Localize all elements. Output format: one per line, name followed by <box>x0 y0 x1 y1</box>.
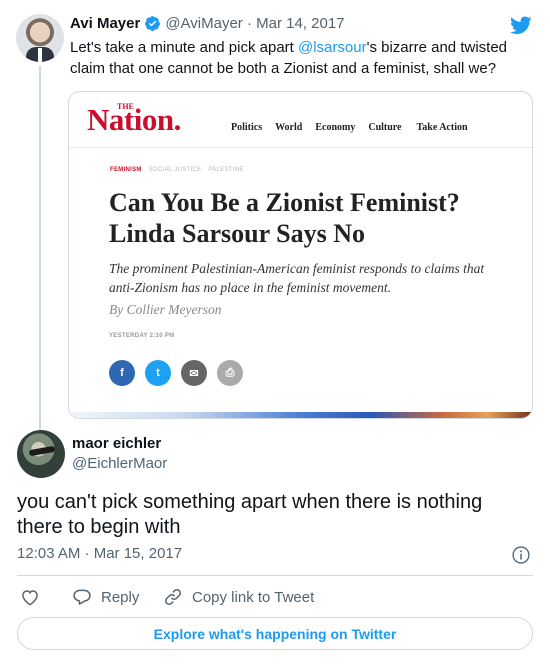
avi-mayer-avatar[interactable] <box>16 14 64 62</box>
parent-tweet-text: Let's take a minute and pick apart @lsar… <box>70 39 508 77</box>
nav-world: World <box>275 122 303 133</box>
like-heart-icon[interactable] <box>20 587 40 607</box>
parent-handle-date[interactable]: @AviMayer · Mar 14, 2017 <box>165 15 344 32</box>
tag-palestine: PALESTINE <box>208 167 244 173</box>
twitter-share-icon: t <box>145 360 171 386</box>
article-tags: FEMINISM SOCIAL JUSTICE PALESTINE <box>110 167 244 173</box>
thread-connector-line <box>39 66 41 432</box>
embedded-tweet-card: Avi Mayer @AviMayer · Mar 14, 2017 Let's… <box>0 0 550 666</box>
article-headline: Can You Be a Zionist Feminist? Linda Sar… <box>109 188 460 248</box>
copy-link-button[interactable]: Copy link to Tweet <box>163 587 314 607</box>
action-divider <box>17 575 533 576</box>
reply-timestamp[interactable]: 12:03 AM · Mar 15, 2017 <box>17 545 182 562</box>
nav-politics: Politics <box>231 122 263 133</box>
tag-feminism: FEMINISM <box>110 167 142 173</box>
nav-take-action: Take Action <box>416 122 468 133</box>
reply-author-handle[interactable]: @EichlerMaor <box>72 455 167 472</box>
parent-tweet-header: Avi Mayer @AviMayer · Mar 14, 2017 <box>70 15 345 32</box>
reply-button[interactable]: Reply <box>72 587 139 607</box>
copy-link-label: Copy link to Tweet <box>192 588 315 606</box>
article-divider <box>69 147 532 148</box>
info-icon[interactable] <box>511 545 531 565</box>
facebook-share-icon: f <box>109 360 135 386</box>
reply-tweet-text: you can't pick something apart when ther… <box>17 491 483 538</box>
share-buttons: f t ✉ ⎙ <box>109 360 243 386</box>
twitter-bird-icon[interactable] <box>509 14 533 36</box>
article-byline: By Collier Meyerson <box>109 302 222 317</box>
parent-author-name[interactable]: Avi Mayer <box>70 15 140 32</box>
article-nav: Politics World Economy Culture Take Acti… <box>231 122 468 133</box>
reply-author-name[interactable]: maor eichler <box>72 435 161 452</box>
email-share-icon: ✉ <box>181 360 207 386</box>
link-chain-icon <box>165 589 181 605</box>
nation-logo-the: THE <box>117 102 134 111</box>
verified-badge-icon <box>145 16 161 31</box>
article-dek: The prominent Palestinian-American femin… <box>109 261 485 295</box>
explore-twitter-button[interactable]: Explore what's happening on Twitter <box>17 617 533 650</box>
article-banner-stripe <box>69 412 532 418</box>
article-dateline: YESTERDAY 2:10 PM <box>109 333 175 339</box>
print-share-icon: ⎙ <box>217 360 243 386</box>
reply-label: Reply <box>101 588 140 606</box>
nav-economy: Economy <box>315 122 356 133</box>
maor-eichler-avatar[interactable] <box>17 430 65 478</box>
nation-logo: Nation. <box>87 102 181 137</box>
reply-bubble-icon <box>73 589 91 605</box>
tag-social-justice: SOCIAL JUSTICE <box>148 167 202 173</box>
nav-culture: Culture <box>368 122 402 133</box>
mention-link[interactable]: @lsarsour <box>298 39 367 56</box>
attached-article-image[interactable]: Nation. THE Politics World Economy Cultu… <box>68 91 533 419</box>
